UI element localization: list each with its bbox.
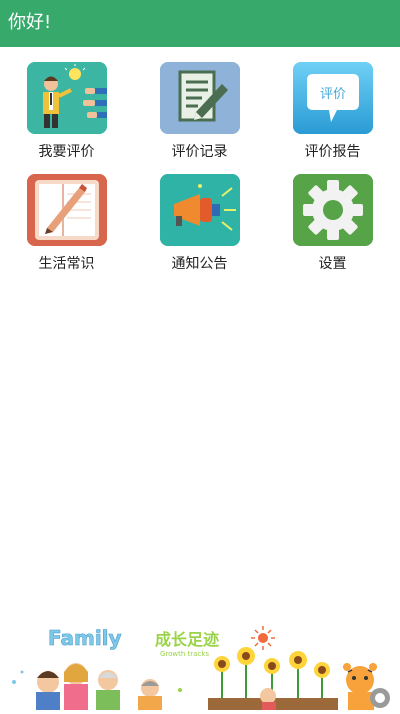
greeting-title: 你好! xyxy=(8,12,52,33)
menu-item-evaluate[interactable]: 我要评价 xyxy=(0,60,133,170)
menu-item-notice[interactable]: 通知公告 xyxy=(133,172,266,282)
menu-label-settings: 设置 xyxy=(318,256,347,272)
top-app-bar: 你好! xyxy=(0,0,400,47)
megaphone-icon xyxy=(160,174,240,246)
family-figures-illustration xyxy=(12,663,182,710)
tiger-illustration xyxy=(343,663,390,710)
menu-item-records[interactable]: 评价记录 xyxy=(133,60,266,170)
menu-label-knowledge: 生活常识 xyxy=(38,256,95,272)
menu-item-settings[interactable]: 设置 xyxy=(266,172,399,282)
menu-item-knowledge[interactable]: 生活常识 xyxy=(0,172,133,282)
speech-bubble-icon: 评价 xyxy=(293,62,373,134)
menu-label-notice: 通知公告 xyxy=(171,256,228,272)
growth-title-cn: 成长足迹 xyxy=(155,630,219,649)
bubble-text: 评价 xyxy=(320,87,346,102)
notepad-pencil-icon xyxy=(160,62,240,134)
menu-label-records: 评价记录 xyxy=(171,144,228,160)
footer-illustration: Family 成长足迹 Growth tracks xyxy=(0,620,400,710)
menu-label-report: 评价报告 xyxy=(304,144,361,160)
growth-title-en: Growth tracks xyxy=(160,650,209,658)
gear-icon xyxy=(293,174,373,246)
sun-icon xyxy=(251,626,275,650)
sunflower-garden-illustration xyxy=(208,647,338,710)
teacher-presentation-icon xyxy=(27,62,107,134)
family-text: Family xyxy=(48,626,122,650)
menu-item-report[interactable]: 评价 评价报告 xyxy=(266,60,399,170)
notebook-pencil-icon xyxy=(27,174,107,246)
menu-label-evaluate: 我要评价 xyxy=(38,144,95,160)
